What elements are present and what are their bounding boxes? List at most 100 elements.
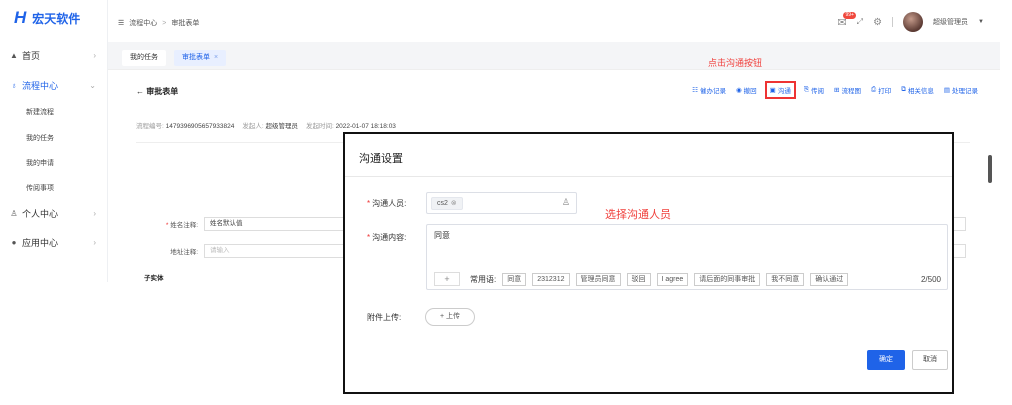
urge-record-button[interactable]: ☷ 催办记录 <box>692 85 726 95</box>
address-input[interactable]: 请输入 <box>204 244 344 258</box>
char-count: 2/500 <box>920 274 941 284</box>
form-row-name: * 姓名注释: 姓名默认值 <box>140 217 344 231</box>
sidebar-subitem-my-tasks[interactable]: 我的任务 <box>26 133 54 143</box>
top-header: ☰ 流程中心 > 审批表单 ✉ 99+ ⤢ ⚙ 超级管理员 ▼ <box>108 0 1000 42</box>
sidebar-subitem-new-flow[interactable]: 新建流程 <box>26 107 54 117</box>
notification-badge: 99+ <box>843 11 856 19</box>
add-phrase-button[interactable]: + <box>434 272 460 286</box>
sidebar-item-app-center[interactable]: ● 应用中心 › <box>0 231 108 253</box>
content-textarea[interactable]: 同意 + 常用语: 同意 2312312 管理员同意 驳回 I agree 请后… <box>426 224 948 290</box>
print-button[interactable]: ⎙ 打印 <box>871 85 891 95</box>
tab-approval-form[interactable]: 审批表单 × <box>174 50 227 66</box>
meta-value: 1479396905657933824 <box>165 123 235 130</box>
sidebar-item-label: 首页 <box>22 50 41 61</box>
close-icon[interactable]: × <box>214 54 218 61</box>
flow-icon: ♁ <box>11 80 17 90</box>
phrase-tag[interactable]: 请后面的同事审批 <box>694 272 761 286</box>
dialog-title: 沟通设置 <box>359 153 403 165</box>
meta-value: 2022-01-07 18:18:03 <box>335 123 396 130</box>
close-icon[interactable]: ⊗ <box>451 198 457 209</box>
sidebar-item-label: 应用中心 <box>22 237 59 248</box>
breadcrumb-item: 审批表单 <box>171 20 200 27</box>
phrase-tag[interactable]: 同意 <box>502 272 527 286</box>
field-label: 地址注释: <box>170 249 198 256</box>
sidebar-item-label: 流程中心 <box>22 80 59 91</box>
phrase-tag[interactable]: I agree <box>656 272 689 286</box>
person-chip-label: cs2 <box>437 200 448 207</box>
print-icon: ⎙ <box>870 86 877 93</box>
person-selector[interactable]: cs2 ⊗ ♙ <box>426 192 577 214</box>
toolbar: ☷ 催办记录 ◉ 撤回 ▣ 沟通 ⎘ 传阅 ⊞ 流程图 ⎙ 打印 ⧉ 相关信息 ▤ 处理记录 <box>692 81 978 99</box>
breadcrumb-item[interactable]: 流程中心 <box>129 18 157 28</box>
sub-entity-title: 子实体 <box>144 275 164 282</box>
phrase-tag[interactable]: 管理员同意 <box>575 272 621 286</box>
sidebar-subitem-my-requests[interactable]: 我的申请 <box>26 158 54 168</box>
phrase-tag[interactable]: 驳回 <box>626 272 651 286</box>
fullscreen-icon[interactable]: ⤢ <box>857 17 863 27</box>
phrase-tag[interactable]: 确认通过 <box>810 272 849 286</box>
form-row-address: 地址注释: 请输入 <box>140 244 344 258</box>
message-icon[interactable]: ✉ 99+ <box>837 11 856 29</box>
divider <box>892 17 894 27</box>
sidebar-subitem-circulation[interactable]: 传阅事项 <box>26 183 54 193</box>
person-label: * 沟通人员: <box>367 198 406 209</box>
flowchart-button[interactable]: ⊞ 流程图 <box>834 85 861 95</box>
scrollbar-thumb[interactable] <box>988 155 992 183</box>
content-label-text: 沟通内容: <box>372 233 407 242</box>
required-mark: * <box>367 199 371 208</box>
tab-my-tasks[interactable]: 我的任务 <box>122 50 166 66</box>
field-label: * 姓名注释: <box>140 219 198 229</box>
chevron-right-icon: › <box>93 208 96 218</box>
chevron-right-icon: › <box>93 50 96 60</box>
related-info-button[interactable]: ⧉ 相关信息 <box>901 85 934 95</box>
meta-initiator: 发起人: 超级管理员 <box>242 120 298 130</box>
person-chip: cs2 ⊗ <box>431 197 463 210</box>
avatar[interactable] <box>903 12 924 32</box>
tab-label: 审批表单 <box>182 54 210 61</box>
common-phrases-label: 常用语: <box>470 274 497 284</box>
sidebar-item-label: 个人中心 <box>22 208 59 219</box>
flowchart-icon: ⊞ <box>834 87 840 94</box>
phrase-tag[interactable]: 我不同意 <box>766 272 805 286</box>
sidebar-item-personal-center[interactable]: ♙ 个人中心 › <box>0 202 108 224</box>
revoke-button[interactable]: ◉ 撤回 <box>736 85 757 95</box>
common-phrases-bar: + 常用语: 同意 2312312 管理员同意 驳回 I agree 请后面的同… <box>434 271 941 287</box>
toolbar-label: 流程图 <box>841 88 861 95</box>
phrase-tag[interactable]: 2312312 <box>532 272 570 286</box>
user-select-icon[interactable]: ♙ <box>562 197 570 208</box>
person-label-text: 沟通人员: <box>372 199 407 208</box>
input-edge <box>954 244 966 258</box>
toolbar-label: 相关信息 <box>907 88 934 95</box>
logo-mark-icon: H <box>14 8 27 27</box>
tab-label: 我的任务 <box>130 54 158 61</box>
app-icon: ● <box>11 237 17 247</box>
sidebar-item-flow-center[interactable]: ♁ 流程中心 ⌄ <box>0 74 108 96</box>
breadcrumb-separator: > <box>162 19 167 27</box>
settings-icon[interactable]: ⚙ <box>873 17 882 28</box>
confirm-button[interactable]: 确定 <box>867 350 905 370</box>
handle-record-button[interactable]: ▤ 处理记录 <box>944 85 978 95</box>
upload-button[interactable]: + 上传 <box>425 308 475 326</box>
circulate-button[interactable]: ⎘ 传阅 <box>804 85 824 95</box>
toolbar-label: 撤回 <box>743 88 757 95</box>
meta-label: 流程编号: <box>136 123 164 130</box>
communicate-button[interactable]: ▣ 沟通 <box>764 81 796 99</box>
sidebar-item-home[interactable]: ▲ 首页 › <box>0 44 108 66</box>
divider <box>345 176 952 177</box>
user-name[interactable]: 超级管理员 <box>933 17 968 27</box>
meta-no: 流程编号: 1479396905657933824 <box>136 120 234 130</box>
toolbar-label: 打印 <box>878 88 892 95</box>
chevron-down-icon: ⌄ <box>89 80 96 90</box>
meta-label: 发起时间: <box>305 123 334 130</box>
caret-down-icon[interactable]: ▼ <box>978 19 984 25</box>
cancel-button[interactable]: 取消 <box>912 350 948 370</box>
field-label-text: 姓名注释: <box>170 222 198 229</box>
annotation-click-communicate: 点击沟通按钮 <box>708 58 763 68</box>
content-value: 同意 <box>434 231 450 240</box>
header-right: ✉ 99+ ⤢ ⚙ 超级管理员 ▼ <box>837 10 984 34</box>
page-title[interactable]: ← 审批表单 <box>136 86 178 97</box>
content-label: * 沟通内容: <box>367 232 406 243</box>
name-input[interactable]: 姓名默认值 <box>204 217 344 231</box>
menu-toggle-icon[interactable]: ☰ <box>118 19 124 27</box>
meta-time: 发起时间: 2022-01-07 18:18:03 <box>306 120 396 130</box>
